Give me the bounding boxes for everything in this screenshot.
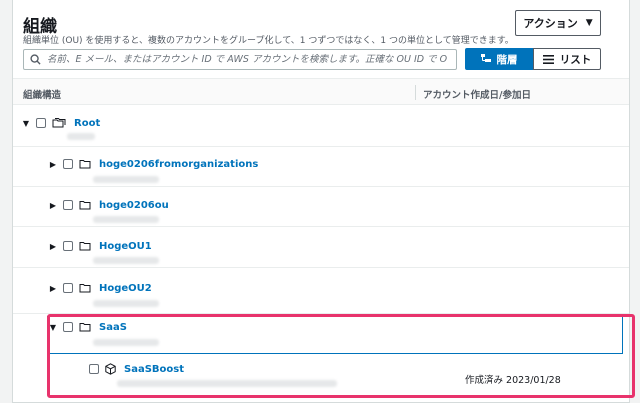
ou-link[interactable]: HogeOU1 [99, 241, 152, 252]
column-header-created[interactable]: アカウント作成日/参加日 [423, 87, 531, 101]
list-view-label: リスト [559, 53, 592, 66]
redacted-ou-id [93, 300, 159, 307]
tree-node-ou: ▶ HogeOU2 [49, 281, 152, 295]
ou-checkbox[interactable] [63, 159, 73, 169]
folder-icon [79, 201, 91, 210]
actions-label: アクション [523, 17, 578, 30]
tree-row-ou: ▶ hoge0206ou [13, 187, 629, 227]
expand-right-icon[interactable]: ▶ [49, 242, 57, 251]
hierarchy-view-button[interactable]: 階層 [465, 48, 533, 70]
expand-right-icon[interactable]: ▶ [49, 160, 57, 169]
column-header-structure[interactable]: 組織構造 [23, 87, 61, 101]
tree-node-saas: ▼ SaaS [49, 320, 127, 334]
column-divider [415, 85, 416, 100]
page-description: 組織単位 (OU) を使用すると、複数のアカウントをグループ化して、1 つずつで… [23, 36, 514, 46]
search-input[interactable] [47, 54, 447, 65]
expand-right-icon[interactable]: ▶ [49, 201, 57, 210]
ou-checkbox[interactable] [63, 241, 73, 251]
tree-row-root: ▼ Root [13, 105, 629, 147]
redacted-account-details [117, 380, 337, 387]
ou-checkbox[interactable] [63, 322, 73, 332]
hierarchy-view-label: 階層 [496, 53, 518, 66]
expand-down-icon[interactable]: ▼ [49, 323, 57, 332]
redacted-ou-id [93, 216, 159, 223]
expand-down-icon[interactable]: ▼ [22, 119, 30, 128]
tree-row-ou: ▶ HogeOU1 [13, 227, 629, 268]
expand-right-icon[interactable]: ▶ [49, 284, 57, 293]
redacted-ou-id [93, 176, 159, 183]
tree-view-icon [480, 54, 491, 62]
tree-row-ou: ▶ HogeOU2 [13, 268, 629, 314]
folder-icon [79, 323, 91, 332]
redacted-root-id [67, 133, 95, 140]
ou-checkbox[interactable] [63, 200, 73, 210]
actions-dropdown-button[interactable]: アクション ▼ [515, 10, 601, 36]
redacted-ou-id [93, 339, 159, 346]
caret-down-icon: ▼ [585, 18, 593, 28]
table-header: 組織構造 アカウント作成日/参加日 [13, 78, 629, 105]
view-toggle: 階層 リスト [465, 48, 601, 70]
folder-icon [79, 242, 91, 251]
tree-node-ou: ▶ HogeOU1 [49, 239, 152, 253]
account-checkbox[interactable] [89, 364, 99, 374]
list-view-button[interactable]: リスト [533, 48, 601, 70]
ou-link[interactable]: HogeOU2 [99, 283, 152, 294]
tree-node-ou: ▶ hoge0206fromorganizations [49, 157, 258, 171]
tree-row-saas-selected [47, 316, 623, 354]
ou-link[interactable]: hoge0206ou [99, 200, 169, 211]
account-created-date: 作成済み 2023/01/28 [465, 375, 561, 386]
root-checkbox[interactable] [36, 118, 46, 128]
account-link[interactable]: SaaSBoost [124, 364, 184, 375]
ou-link[interactable]: SaaS [99, 322, 127, 333]
folder-icon [79, 284, 91, 293]
tree-row-ou: ▶ hoge0206fromorganizations [13, 147, 629, 187]
tree-node-account: SaaSBoost [89, 362, 184, 376]
root-folders-icon [52, 117, 66, 127]
ou-checkbox[interactable] [63, 283, 73, 293]
search-icon [30, 54, 41, 65]
root-link[interactable]: Root [74, 118, 100, 129]
tree-node-root: ▼ Root [22, 116, 100, 130]
organization-panel: 組織 組織単位 (OU) を使用すると、複数のアカウントをグループ化して、1 つ… [12, 0, 635, 403]
folder-icon [79, 160, 91, 169]
redacted-ou-id [93, 257, 159, 264]
account-cube-icon [105, 363, 116, 375]
search-box[interactable] [23, 49, 457, 70]
list-view-icon [542, 54, 554, 64]
tree-node-ou: ▶ hoge0206ou [49, 198, 169, 212]
ou-link[interactable]: hoge0206fromorganizations [99, 159, 258, 170]
